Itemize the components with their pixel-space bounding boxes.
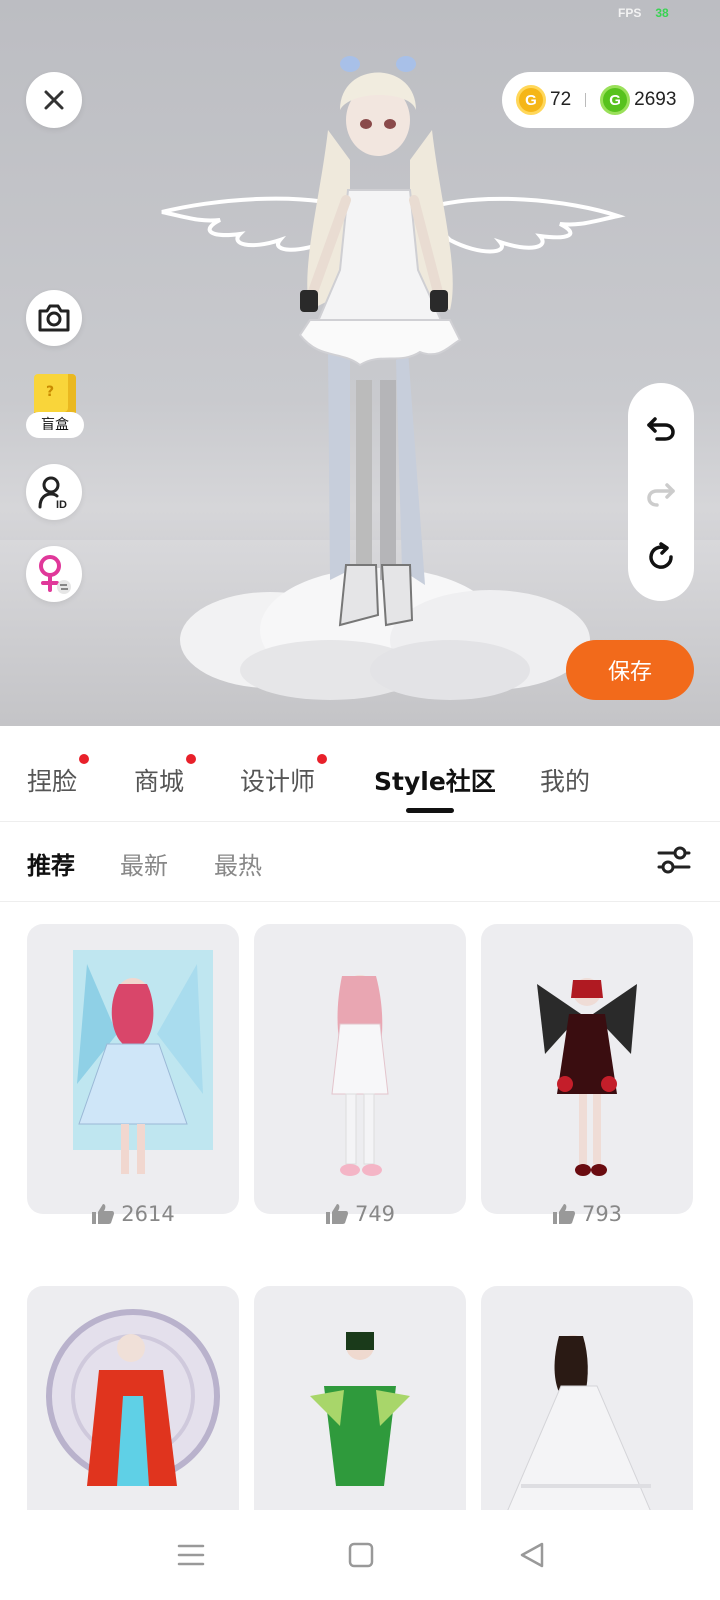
- like-count-value: 2614: [121, 1202, 175, 1226]
- female-gender-icon: [39, 555, 71, 594]
- currency-pill[interactable]: G 72 G 2693: [502, 72, 694, 128]
- user-id-icon: ID: [38, 476, 67, 509]
- card-thumbnail: [46, 1309, 220, 1486]
- like-count-value: 749: [354, 1202, 396, 1226]
- back-icon[interactable]: [516, 1538, 550, 1572]
- notification-dot: [317, 754, 328, 764]
- like-count[interactable]: 793: [481, 1202, 693, 1226]
- undo-icon[interactable]: [645, 411, 677, 443]
- fps-counter: FPS 38: [618, 6, 669, 20]
- camera-button[interactable]: [26, 290, 82, 346]
- style-card[interactable]: [27, 1286, 239, 1510]
- history-toolbar: [628, 383, 694, 601]
- currency-divider: [585, 93, 587, 107]
- like-count[interactable]: 2614: [27, 1202, 239, 1226]
- blind-box-label: 盲盒: [26, 412, 84, 438]
- tab-designer[interactable]: 设计师: [240, 754, 328, 798]
- card-thumbnail: [73, 950, 213, 1174]
- tab-label: 捏脸: [27, 767, 78, 796]
- gold-coin-icon: G: [516, 85, 546, 115]
- card-thumbnail: [331, 975, 389, 1176]
- card-thumbnail: [537, 978, 637, 1176]
- close-icon: [44, 90, 64, 110]
- green-amount: 2693: [634, 89, 677, 110]
- green-coin-icon: G: [600, 85, 631, 115]
- avatar-stage[interactable]: FPS 38 G 72 G 2693 ? 盲盒 ID 保存: [0, 0, 720, 726]
- like-count-value: 793: [581, 1202, 623, 1226]
- subtab-latest[interactable]: 最新: [120, 846, 168, 881]
- tab-face[interactable]: 捏脸: [27, 754, 90, 798]
- fps-value: 38: [655, 6, 669, 20]
- tab-label: Style社区: [374, 767, 496, 796]
- style-card[interactable]: [27, 924, 239, 1214]
- tab-style-community[interactable]: Style社区: [374, 762, 496, 798]
- camera-icon: [38, 304, 70, 332]
- fps-label: FPS: [618, 6, 642, 20]
- subtab-recommended[interactable]: 推荐: [27, 846, 75, 881]
- svg-text:ID: ID: [56, 499, 67, 509]
- question-mark-icon: ?: [46, 384, 55, 400]
- subtab-hottest[interactable]: 最热: [214, 846, 262, 881]
- like-count[interactable]: 749: [254, 1202, 466, 1226]
- card-thumbnail: [507, 1335, 651, 1510]
- reset-icon[interactable]: [645, 541, 677, 573]
- active-tab-indicator: [406, 808, 454, 813]
- redo-icon[interactable]: [645, 477, 677, 509]
- system-nav-bar: [0, 1510, 720, 1600]
- menu-icon[interactable]: [174, 1538, 208, 1572]
- tab-label: 设计师: [240, 767, 316, 796]
- save-button[interactable]: 保存: [566, 640, 694, 700]
- tab-label: 商城: [134, 767, 185, 796]
- card-thumbnail: [310, 1332, 410, 1486]
- main-tabs: 捏脸 商城 设计师 Style社区 我的: [0, 726, 720, 822]
- gender-switch-button[interactable]: [26, 546, 82, 602]
- tab-label: 我的: [540, 767, 591, 796]
- thumb-up-icon: [552, 1204, 575, 1224]
- sub-tabs: 推荐 最新 最热: [0, 822, 720, 902]
- thumb-up-icon: [92, 1204, 115, 1224]
- close-button[interactable]: [26, 72, 82, 128]
- avatar-id-button[interactable]: ID: [26, 464, 82, 520]
- notification-dot: [79, 754, 90, 764]
- gold-amount: 72: [550, 89, 572, 110]
- tab-mine[interactable]: 我的: [540, 762, 590, 798]
- style-grid: 2614 749 793: [0, 902, 720, 1510]
- filter-icon[interactable]: [656, 842, 692, 878]
- tab-shop[interactable]: 商城: [134, 754, 197, 798]
- home-icon[interactable]: [344, 1538, 378, 1572]
- notification-dot: [186, 754, 197, 764]
- style-card[interactable]: [254, 1286, 466, 1510]
- style-card[interactable]: [254, 924, 466, 1214]
- thumb-up-icon: [325, 1204, 348, 1224]
- style-card[interactable]: [481, 1286, 693, 1510]
- blind-box-button[interactable]: ? 盲盒: [26, 374, 84, 440]
- avatar-model[interactable]: [150, 40, 630, 700]
- style-card[interactable]: [481, 924, 693, 1214]
